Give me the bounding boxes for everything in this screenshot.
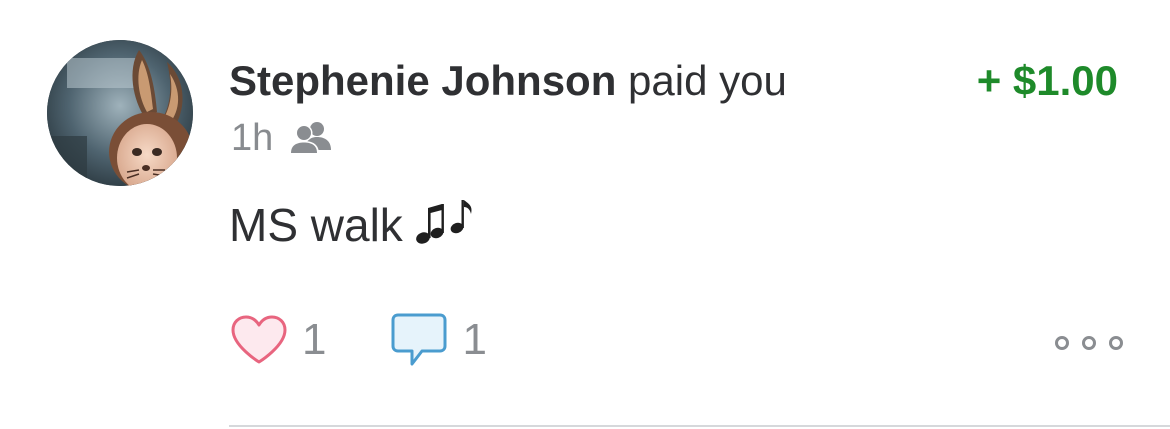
payment-amount: + $1.00 [976, 57, 1118, 104]
more-options-button[interactable] [1055, 328, 1123, 358]
story-verb: paid you [616, 57, 787, 104]
avatar[interactable] [47, 40, 193, 186]
actor-name[interactable]: Stephenie Johnson [229, 57, 616, 104]
story-meta: 1h [231, 116, 333, 160]
comment-count: 1 [462, 315, 487, 364]
note-text: MS walk [229, 199, 403, 251]
comment-icon [391, 313, 447, 366]
story-actions: 1 1 [230, 312, 487, 368]
timestamp: 1h [231, 117, 274, 159]
heart-icon [231, 315, 287, 364]
avatar-photo [47, 40, 193, 186]
friends-icon [289, 122, 332, 154]
more-dots-icon [1055, 336, 1069, 350]
more-dots-icon [1082, 336, 1096, 350]
music-notes-icon [413, 198, 475, 260]
more-dots-icon [1109, 336, 1123, 350]
comment-button[interactable]: 1 [390, 312, 487, 368]
story-headline: Stephenie Johnson paid you [229, 56, 787, 106]
like-count: 1 [302, 315, 327, 364]
payment-note: MS walk [229, 197, 475, 260]
payment-story[interactable]: Stephenie Johnson paid you + $1.00 1h MS… [0, 0, 1170, 429]
like-button[interactable]: 1 [230, 312, 326, 368]
story-divider [229, 425, 1170, 427]
